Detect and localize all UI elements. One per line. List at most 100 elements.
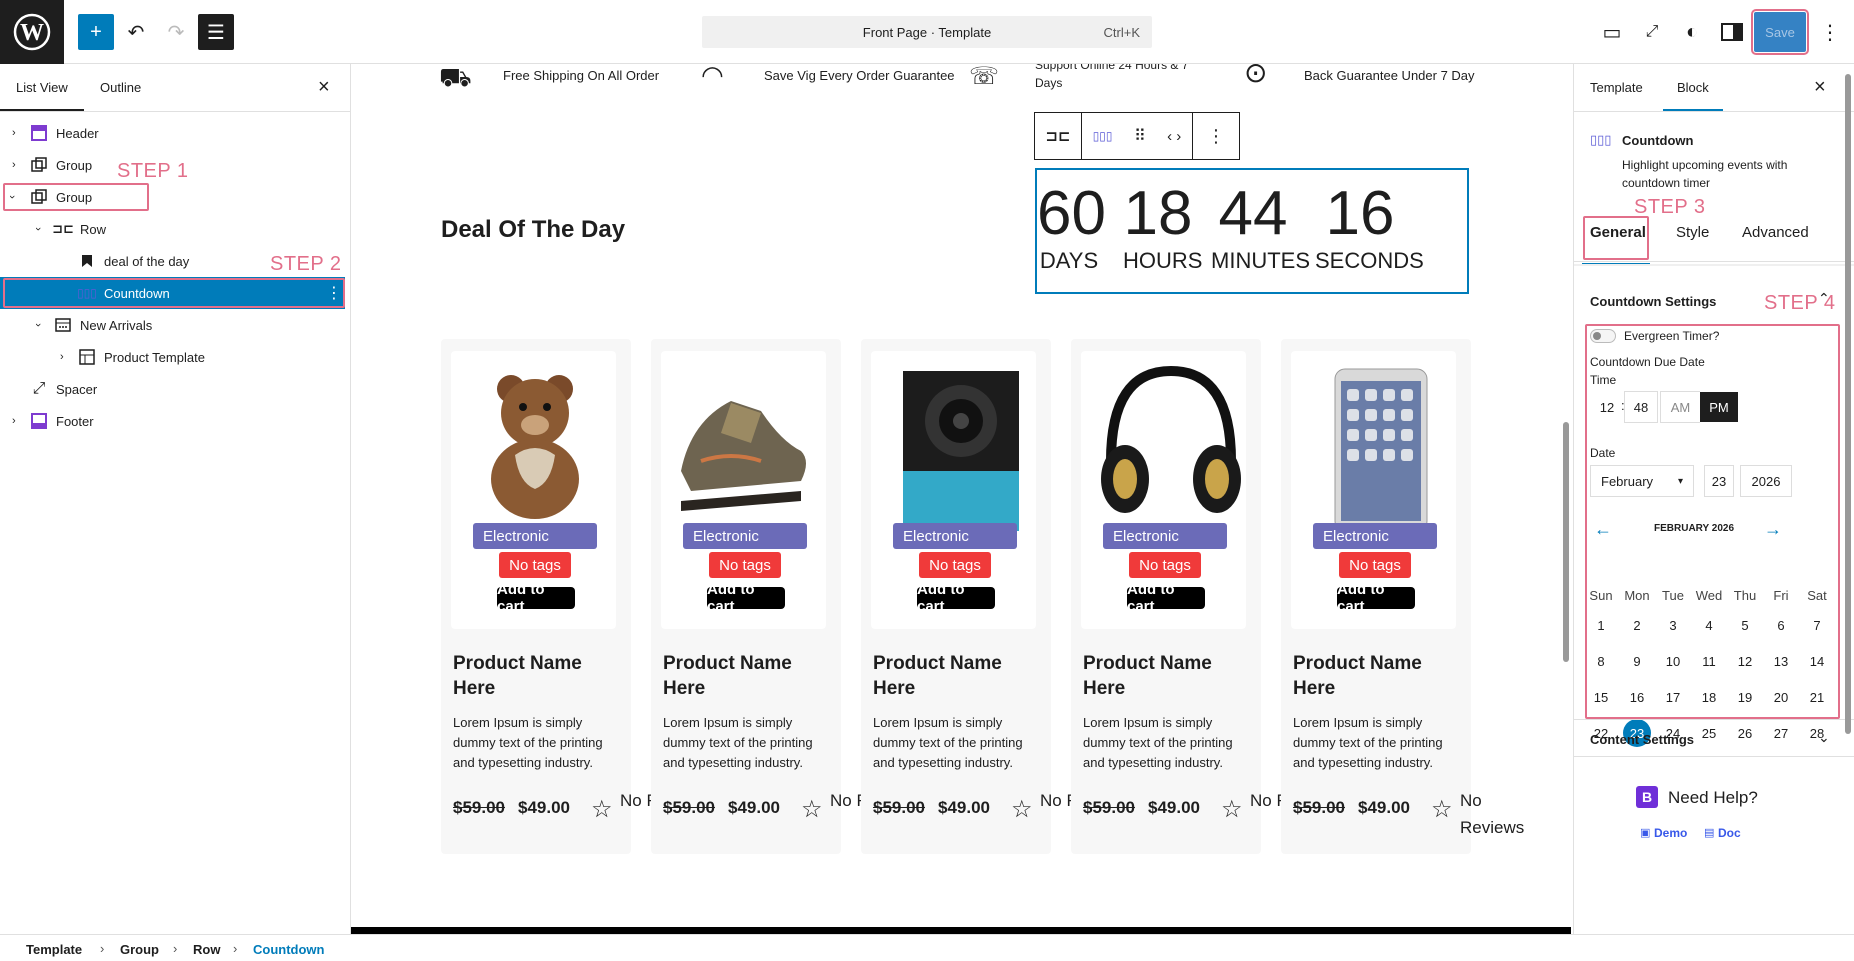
parent-row-button[interactable]: ⊐⊏: [1034, 112, 1082, 160]
chevron-right-icon[interactable]: ›: [60, 351, 64, 363]
arrow-left-icon[interactable]: ←: [1594, 519, 1612, 540]
options-menu-button[interactable]: ⋮: [1812, 14, 1848, 50]
calendar-day[interactable]: 9: [1622, 648, 1652, 674]
save-button[interactable]: Save: [1751, 9, 1809, 55]
calendar-day[interactable]: 4: [1694, 612, 1724, 638]
product-card[interactable]: Electronic No tags Add to cart Product N…: [441, 339, 677, 854]
calendar-day[interactable]: 12: [1730, 648, 1760, 674]
calendar-day[interactable]: 8: [1586, 648, 1616, 674]
wordpress-logo[interactable]: W: [0, 0, 64, 64]
deal-of-the-day-heading[interactable]: Deal Of The Day: [441, 216, 625, 244]
countdown-icon[interactable]: ▯▯▯: [1093, 129, 1113, 143]
add-to-cart-button[interactable]: Add to cart: [1337, 581, 1415, 615]
block-options-button[interactable]: ⋮: [1192, 112, 1240, 160]
tab-outline[interactable]: Outline: [100, 80, 141, 95]
calendar-day[interactable]: 16: [1622, 684, 1652, 710]
close-icon[interactable]: ×: [318, 76, 330, 99]
document-overview-button[interactable]: ☰: [198, 14, 234, 50]
add-to-cart-button[interactable]: Add to cart: [917, 581, 995, 615]
tree-item-spacer[interactable]: ⤢ Spacer: [0, 373, 345, 405]
calendar-day[interactable]: 6: [1766, 612, 1796, 638]
breadcrumb-item-row[interactable]: Row: [193, 942, 220, 957]
chevron-down-icon[interactable]: ›: [32, 323, 44, 327]
evergreen-toggle[interactable]: [1590, 329, 1616, 343]
tree-item-header[interactable]: › Header: [0, 117, 345, 149]
calendar-day[interactable]: 21: [1802, 684, 1832, 710]
product-card[interactable]: Electronic No tags Add to cart Product N…: [861, 339, 1097, 854]
product-name[interactable]: Product Name Here: [1083, 651, 1253, 701]
calendar-day[interactable]: 10: [1658, 648, 1688, 674]
tree-item-footer[interactable]: › Footer: [0, 405, 345, 437]
redo-button[interactable]: ↷: [158, 14, 194, 50]
calendar-day[interactable]: 1: [1586, 612, 1616, 638]
tags-badge[interactable]: No tags: [1339, 552, 1411, 578]
command-palette[interactable]: Front Page · Template Ctrl+K: [702, 16, 1152, 48]
month-select[interactable]: February ▾: [1590, 465, 1694, 497]
demo-link[interactable]: Demo: [1654, 826, 1687, 840]
tab-list-view[interactable]: List View: [0, 80, 84, 111]
tab-block[interactable]: Block: [1663, 80, 1723, 111]
category-badge[interactable]: Electronic: [1313, 523, 1437, 549]
pm-button[interactable]: PM: [1700, 392, 1738, 422]
product-name[interactable]: Product Name Here: [453, 651, 623, 701]
breadcrumb-item-countdown[interactable]: Countdown: [253, 942, 324, 957]
calendar-day[interactable]: 2: [1622, 612, 1652, 638]
arrow-right-icon[interactable]: →: [1764, 519, 1782, 540]
chevron-down-icon[interactable]: ›: [32, 227, 44, 231]
settings-scrollbar-thumb[interactable]: [1845, 74, 1851, 734]
move-arrows-icon[interactable]: ‹ ›: [1167, 128, 1181, 145]
sub-tab-style[interactable]: Style: [1676, 224, 1709, 241]
settings-scrollbar[interactable]: [1843, 64, 1853, 934]
tab-template[interactable]: Template: [1590, 80, 1643, 95]
chevron-right-icon[interactable]: ›: [12, 415, 16, 427]
calendar-day[interactable]: 15: [1586, 684, 1616, 710]
category-badge[interactable]: Electronic: [473, 523, 597, 549]
tags-badge[interactable]: No tags: [709, 552, 781, 578]
tags-badge[interactable]: No tags: [919, 552, 991, 578]
tree-item-product-template[interactable]: › Product Template: [0, 341, 345, 373]
day-input[interactable]: 23: [1704, 465, 1734, 497]
category-badge[interactable]: Electronic: [683, 523, 807, 549]
chevron-right-icon[interactable]: ›: [12, 159, 16, 171]
calendar-day[interactable]: 20: [1766, 684, 1796, 710]
countdown-block[interactable]: 60 DAYS 18 HOURS 44 MINUTES 16 SECONDS: [1035, 168, 1469, 294]
breadcrumb-item-group[interactable]: Group: [120, 942, 159, 957]
chevron-right-icon[interactable]: ›: [12, 127, 16, 139]
am-button[interactable]: AM: [1660, 391, 1700, 423]
calendar-day[interactable]: 7: [1802, 612, 1832, 638]
add-to-cart-button[interactable]: Add to cart: [1127, 581, 1205, 615]
calendar-day[interactable]: 19: [1730, 684, 1760, 710]
tags-badge[interactable]: No tags: [1129, 552, 1201, 578]
add-to-cart-button[interactable]: Add to cart: [497, 581, 575, 615]
year-input[interactable]: 2026: [1740, 465, 1792, 497]
canvas-scrollbar[interactable]: [1561, 64, 1571, 934]
doc-link[interactable]: Doc: [1718, 826, 1741, 840]
drag-handle-icon[interactable]: ⠿: [1134, 126, 1146, 146]
undo-button[interactable]: ↶: [118, 14, 154, 50]
calendar-day[interactable]: 18: [1694, 684, 1724, 710]
add-block-button[interactable]: +: [78, 14, 114, 50]
calendar-day[interactable]: 17: [1658, 684, 1688, 710]
close-icon[interactable]: ×: [1814, 76, 1826, 99]
product-card[interactable]: Electronic No tags Add to cart Product N…: [1071, 339, 1310, 854]
tree-item-new-arrivals[interactable]: › New Arrivals: [0, 309, 345, 341]
product-card[interactable]: Electronic No tags Add to cart Product N…: [1281, 339, 1524, 854]
add-to-cart-button[interactable]: Add to cart: [707, 581, 785, 615]
category-badge[interactable]: Electronic: [1103, 523, 1227, 549]
calendar-day[interactable]: 11: [1694, 648, 1724, 674]
sub-tab-advanced[interactable]: Advanced: [1742, 224, 1809, 241]
desktop-preview-button[interactable]: ▭: [1594, 14, 1630, 50]
calendar-day[interactable]: 3: [1658, 612, 1688, 638]
countdown-settings-heading[interactable]: Countdown Settings: [1590, 294, 1716, 309]
product-card[interactable]: Electronic No tags Add to cart Product N…: [651, 339, 887, 854]
product-name[interactable]: Product Name Here: [663, 651, 833, 701]
fullscreen-button[interactable]: ⤢: [1634, 14, 1670, 50]
tags-badge[interactable]: No tags: [499, 552, 571, 578]
calendar-day[interactable]: 5: [1730, 612, 1760, 638]
product-name[interactable]: Product Name Here: [1293, 651, 1463, 701]
tree-item-row[interactable]: › ⊐⊏ Row: [0, 213, 345, 245]
minute-input[interactable]: 48: [1624, 391, 1658, 423]
breadcrumb-item-template[interactable]: Template: [26, 942, 82, 957]
category-badge[interactable]: Electronic: [893, 523, 1017, 549]
settings-button[interactable]: [1714, 14, 1750, 50]
